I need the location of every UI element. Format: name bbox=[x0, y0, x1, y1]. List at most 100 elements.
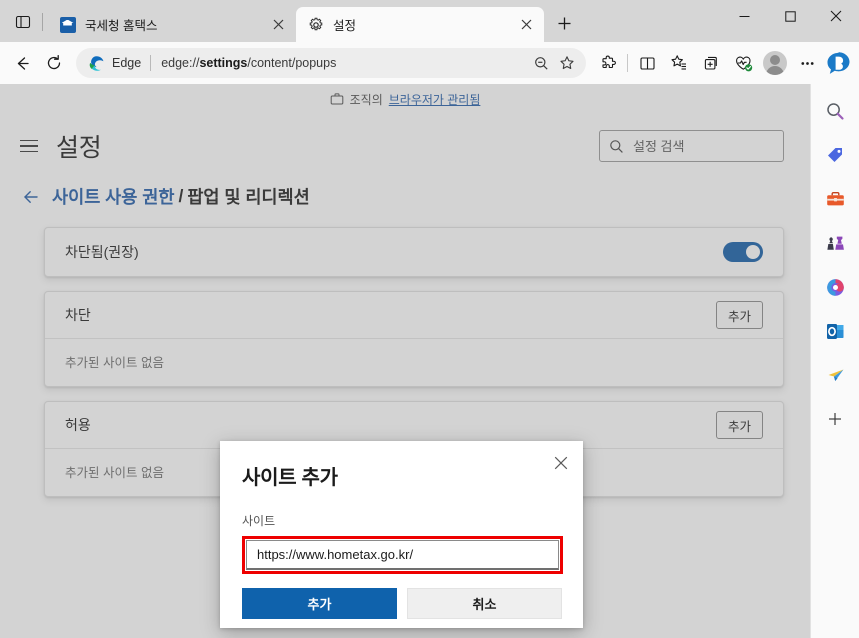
minimize-button[interactable] bbox=[721, 0, 767, 32]
sidebar-item-shopping[interactable] bbox=[818, 138, 852, 172]
extensions-button[interactable] bbox=[592, 47, 624, 79]
maximize-button[interactable] bbox=[767, 0, 813, 32]
block-list-card: 차단 추가 추가된 사이트 없음 bbox=[44, 291, 784, 387]
tab-title: 설정 bbox=[333, 15, 516, 34]
site-input-highlight-annotation bbox=[242, 536, 563, 574]
block-list-label: 차단 bbox=[65, 305, 716, 325]
block-add-button[interactable]: 추가 bbox=[716, 301, 763, 329]
breadcrumb-current: 팝업 및 리디렉션 bbox=[187, 184, 309, 209]
sidebar-item-outlook[interactable] bbox=[818, 314, 852, 348]
profile-button[interactable] bbox=[759, 47, 791, 79]
block-list-header: 차단 추가 bbox=[45, 292, 783, 338]
sidebar-item-customize[interactable] bbox=[818, 402, 852, 436]
shopping-tag-icon bbox=[825, 145, 846, 166]
address-bar[interactable]: Edge edge://settings/content/popups bbox=[76, 48, 586, 78]
search-input[interactable] bbox=[633, 139, 774, 154]
browser-essentials-button[interactable] bbox=[727, 47, 759, 79]
tab-search-button[interactable] bbox=[8, 7, 38, 37]
dialog-actions: 추가 취소 bbox=[242, 588, 563, 619]
toolbar-divider bbox=[627, 54, 628, 72]
hometax-favicon bbox=[59, 16, 76, 33]
edge-logo-icon bbox=[88, 55, 105, 72]
minimize-icon bbox=[739, 11, 750, 22]
sidebar-item-games[interactable] bbox=[818, 226, 852, 260]
tab-hometax[interactable]: 국세청 홈택스 bbox=[48, 7, 296, 42]
back-button[interactable] bbox=[6, 47, 38, 79]
plus-icon bbox=[827, 411, 843, 427]
more-options-button[interactable] bbox=[791, 47, 823, 79]
omnibox-divider bbox=[150, 55, 151, 71]
url-suffix: /content/popups bbox=[247, 56, 336, 70]
popup-blocked-row: 차단됨(권장) bbox=[45, 228, 783, 276]
sidebar-item-drop[interactable] bbox=[818, 358, 852, 392]
sidebar-item-tools[interactable] bbox=[818, 182, 852, 216]
tab-title: 국세청 홈택스 bbox=[85, 15, 268, 34]
send-plane-icon bbox=[825, 365, 846, 386]
toggle-knob bbox=[746, 245, 760, 259]
browser-essentials-icon bbox=[734, 54, 753, 73]
site-input[interactable] bbox=[246, 540, 559, 570]
refresh-icon bbox=[45, 54, 63, 72]
hamburger-menu-icon[interactable] bbox=[20, 135, 42, 157]
split-screen-button[interactable] bbox=[631, 47, 663, 79]
collections-button[interactable] bbox=[663, 47, 695, 79]
gear-icon bbox=[307, 16, 324, 33]
outlook-icon bbox=[825, 321, 846, 342]
breadcrumb: 사이트 사용 권한 / 팝업 및 리디렉션 bbox=[0, 170, 810, 221]
managed-banner-text: 조직의 bbox=[350, 91, 383, 108]
omnibox-url: edge://settings/content/popups bbox=[161, 56, 528, 70]
omnibox-brand-label: Edge bbox=[112, 56, 141, 70]
tools-briefcase-icon bbox=[825, 189, 846, 210]
close-icon bbox=[830, 10, 842, 22]
maximize-icon bbox=[785, 11, 796, 22]
sidebar-item-search[interactable] bbox=[818, 94, 852, 128]
title-bar: 국세청 홈택스 설정 bbox=[0, 0, 859, 42]
close-icon bbox=[554, 456, 568, 470]
managed-banner-link[interactable]: 브라우저가 관리됨 bbox=[389, 91, 481, 108]
search-icon bbox=[825, 101, 846, 122]
breadcrumb-parent-link[interactable]: 사이트 사용 권한 bbox=[52, 184, 174, 209]
tab-actions-icon bbox=[703, 55, 720, 72]
dialog-confirm-button[interactable]: 추가 bbox=[242, 588, 397, 619]
popup-blocked-label: 차단됨(권장) bbox=[65, 242, 723, 262]
close-icon bbox=[521, 19, 532, 30]
dialog-close-button[interactable] bbox=[548, 450, 574, 476]
settings-header: 설정 bbox=[0, 114, 810, 170]
edge-sidebar bbox=[810, 84, 859, 638]
collections-icon bbox=[670, 54, 688, 72]
search-icon bbox=[609, 139, 624, 154]
url-prefix: edge:// bbox=[161, 56, 199, 70]
tab-settings[interactable]: 설정 bbox=[296, 7, 544, 42]
new-tab-button[interactable] bbox=[550, 9, 579, 38]
plus-icon bbox=[557, 16, 572, 31]
allow-add-button[interactable]: 추가 bbox=[716, 411, 763, 439]
profile-avatar bbox=[763, 51, 787, 75]
dialog-title: 사이트 추가 bbox=[242, 461, 563, 490]
allow-list-label: 허용 bbox=[65, 415, 716, 435]
favorite-star-icon[interactable] bbox=[554, 50, 580, 76]
more-options-icon bbox=[799, 55, 816, 72]
settings-search-box[interactable] bbox=[599, 130, 784, 162]
tab-strip: 국세청 홈택스 설정 bbox=[0, 0, 721, 42]
back-arrow-icon[interactable] bbox=[20, 186, 42, 208]
add-site-dialog: 사이트 추가 사이트 추가 취소 bbox=[220, 441, 583, 628]
back-arrow-icon bbox=[13, 54, 32, 73]
page-title: 설정 bbox=[56, 128, 101, 164]
zoom-out-icon[interactable] bbox=[528, 50, 554, 76]
edge-browser-window: 국세청 홈택스 설정 bbox=[0, 0, 859, 638]
close-window-button[interactable] bbox=[813, 0, 859, 32]
sidebar-item-microsoft365[interactable] bbox=[818, 270, 852, 304]
puzzle-icon bbox=[600, 55, 617, 72]
dialog-cancel-button[interactable]: 취소 bbox=[407, 588, 562, 619]
tab-close-button[interactable] bbox=[268, 15, 288, 35]
tab-search-icon bbox=[15, 14, 31, 30]
refresh-button[interactable] bbox=[38, 47, 70, 79]
site-field-label: 사이트 bbox=[242, 512, 563, 529]
popup-blocked-toggle[interactable] bbox=[723, 242, 763, 262]
tab-actions-button[interactable] bbox=[695, 47, 727, 79]
window-controls bbox=[721, 0, 859, 42]
tab-close-button[interactable] bbox=[516, 15, 536, 35]
copilot-icon bbox=[825, 50, 852, 77]
copilot-button[interactable] bbox=[823, 48, 853, 78]
split-screen-icon bbox=[639, 55, 656, 72]
